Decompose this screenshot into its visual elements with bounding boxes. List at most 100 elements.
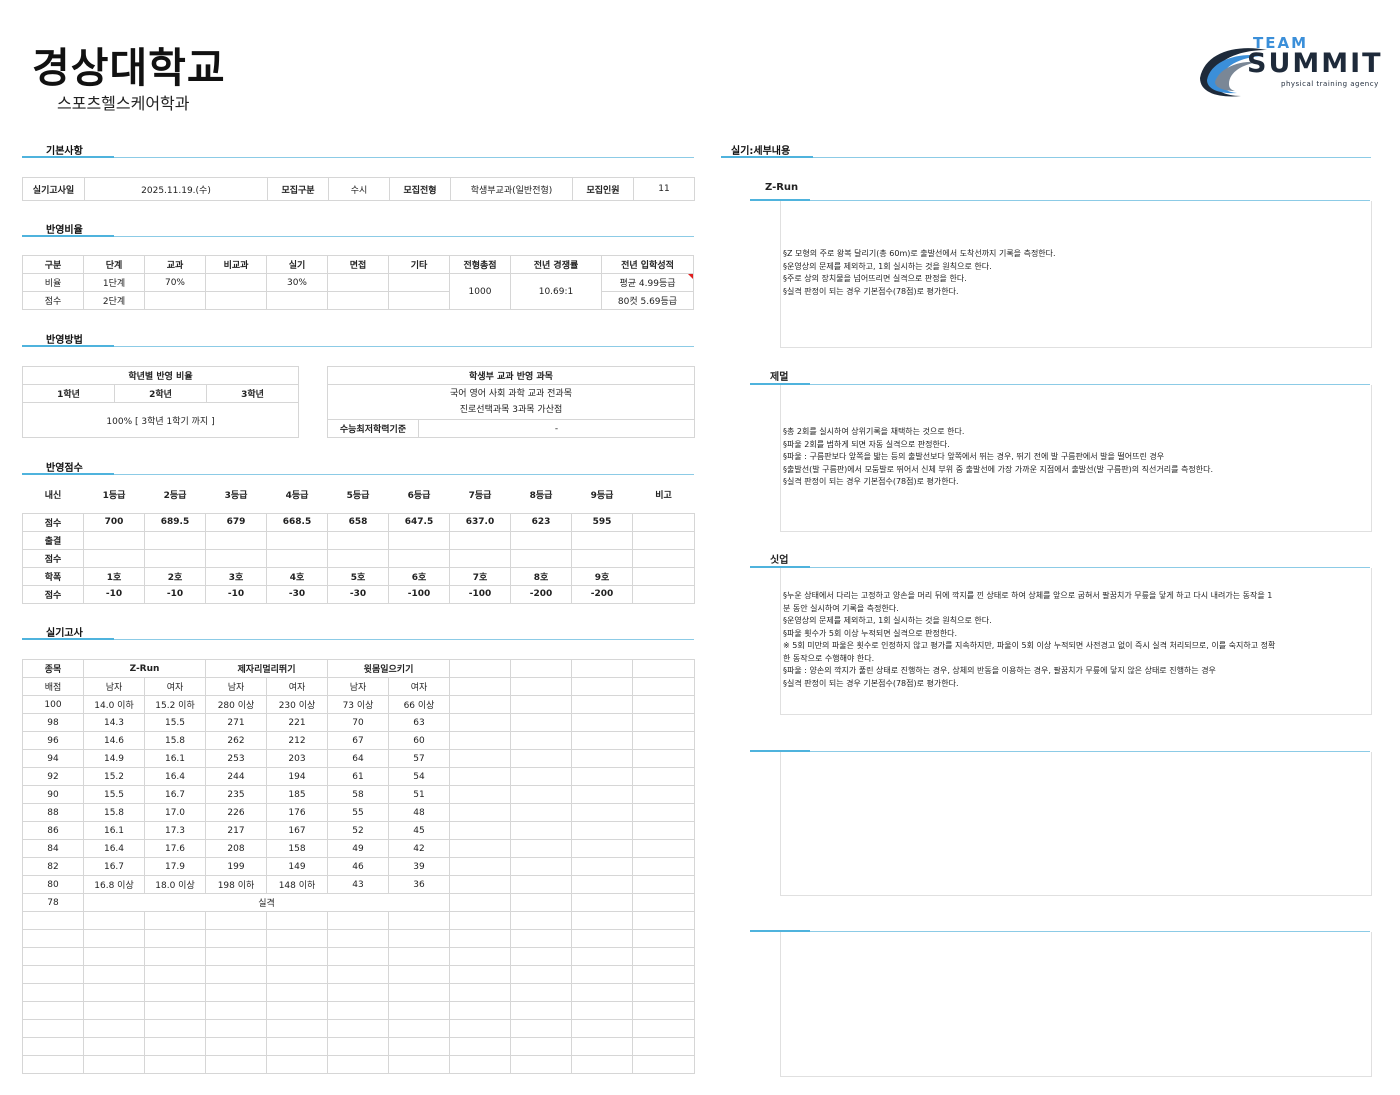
score-cell: 700 [83,512,145,532]
score-header: 5등급 [346,490,370,501]
practical-row: 84 16.4 17.6 208 158 49 42 [22,839,696,858]
score-cell: 4호 [266,566,328,586]
practical-cell: 60 [388,731,451,750]
practical-cell: 149 [266,857,329,876]
empty-cell [510,749,573,768]
ratio-header: 전년 경쟁률 [510,255,602,274]
empty-cell [266,947,329,966]
empty-cell [510,983,573,1002]
empty-cell [266,911,329,930]
practical-cell: 244 [205,767,268,786]
detail-empty-box [780,932,1372,1077]
score-header: 4등급 [285,490,309,501]
detail-line: §파울 : 구름판보다 앞쪽을 밟는 등의 출발선보다 앞쪽에서 뛰는 경우, … [783,452,1165,461]
score-header: 내신 [44,490,62,501]
detail-zrun-text: §Z 모형의 주로 왕복 달리기(총 60m)로 출발선에서 도착선까지 기록을… [783,248,1365,298]
empty-cell [22,983,84,1002]
practical-points: 92 [22,767,84,786]
empty-cell [143,929,207,948]
practical-cell: 158 [266,839,329,858]
quota-value: 11 [633,177,695,201]
fail-score: 78 [22,893,84,912]
empty-cell [22,1055,84,1074]
practical-cell: 167 [266,821,329,840]
grade-ratio-table: 학년별 반영 비율 1학년 2학년 3학년 100% [ 3학년 1학기 까지 … [22,366,299,438]
empty-cell [449,731,512,750]
empty-cell [571,749,634,768]
practical-header: Z-Run [82,659,207,678]
score-table: 내신 1등급 2등급 3등급 4등급 5등급 6등급 7등급 8등급 9등급 비… [22,485,695,604]
score-header: 6등급 [407,490,431,501]
practical-table: 종목 Z-Run 제자리멀리뛰기 윗몸일으키기 배점 남자 여자 남자 여자 남… [22,659,696,1074]
empty-cell [143,1001,207,1020]
ratio-header: 전년 입학성적 [601,255,694,274]
score-cell [266,548,328,568]
score-cell [632,548,695,568]
practical-cell: 51 [388,785,451,804]
practical-cell: 15.5 [83,785,145,804]
empty-cell [632,785,696,804]
empty-cell [632,1001,696,1020]
practical-empty-rows [22,911,696,1074]
csat-value: - [417,419,696,438]
score-cell: 9호 [571,566,633,586]
empty-cell [632,695,696,714]
practical-cell: 54 [388,767,451,786]
score-cell [632,512,695,532]
empty-cell [449,857,512,876]
score-row-label: 점수 [22,512,84,532]
empty-cell [632,947,696,966]
score-spacer [23,503,695,513]
university-title: 경상대학교 [32,44,226,92]
score-cell: -100 [449,584,511,604]
detail-line: §실격 판정이 되는 경우 기본점수(78점)로 평가한다. [783,678,959,688]
ratio-table: 구분 단계 교과 비교과 실기 면접 기타 전형총점 전년 경쟁률 전년 입학성… [22,255,694,310]
practical-row: 98 14.3 15.5 271 221 70 63 [22,713,696,732]
practical-cell: 262 [205,731,268,750]
ratio-header: 비교과 [205,255,267,274]
detail-situp-text: §누운 상태에서 다리는 고정하고 양손을 머리 뒤에 깍지를 낀 상태로 하여… [783,590,1365,690]
empty-cell [632,965,696,984]
empty-cell [83,1055,145,1074]
ratio-header: 구분 [22,255,84,274]
score-cell [571,548,633,568]
basic-info-table: 실기고사일 2025.11.19.(수) 모집구분 수시 모집전형 학생부교과(… [22,177,695,201]
practical-row: 100 14.0 이하 15.2 이하 280 이상 230 이상 73 이상 66 이상 [22,695,696,714]
section-divider [22,346,694,347]
score-cell: -10 [83,584,145,604]
score-cell [632,530,695,550]
ratio-header: 전형총점 [449,255,511,274]
score-cell [266,530,328,550]
score-row-label: 출결 [22,530,84,550]
empty-cell [327,1019,390,1038]
empty-cell [143,1037,207,1056]
empty-cell [388,947,451,966]
empty-cell [22,929,84,948]
competition-rate: 10.69:1 [510,273,602,310]
exam-date-value: 2025.11.19.(수) [84,177,268,201]
detail-line: §총 2회를 실시하여 상위기록을 채택하는 것으로 한다. [783,427,965,436]
empty-cell [327,929,390,948]
practical-points: 84 [22,839,84,858]
ratio-cell [144,291,206,310]
score-cell [510,548,572,568]
score-cell: 5호 [327,566,389,586]
recruit-type-value: 수시 [328,177,390,201]
empty-cell [632,731,696,750]
section-divider [22,474,694,475]
section-divider [721,157,1371,158]
empty-cell [632,839,696,858]
empty-cell [205,929,268,948]
practical-cell: 15.8 [143,731,207,750]
practical-points: 98 [22,713,84,732]
practical-cell: 212 [266,731,329,750]
score-row-label: 학폭 [22,566,84,586]
empty-cell [22,965,84,984]
empty-cell [388,1019,451,1038]
empty-cell [83,911,145,930]
empty-row [22,1055,696,1074]
empty-cell [510,911,573,930]
ratio-header: 면접 [327,255,389,274]
empty-cell [510,785,573,804]
admission-type-label: 모집전형 [389,177,451,201]
